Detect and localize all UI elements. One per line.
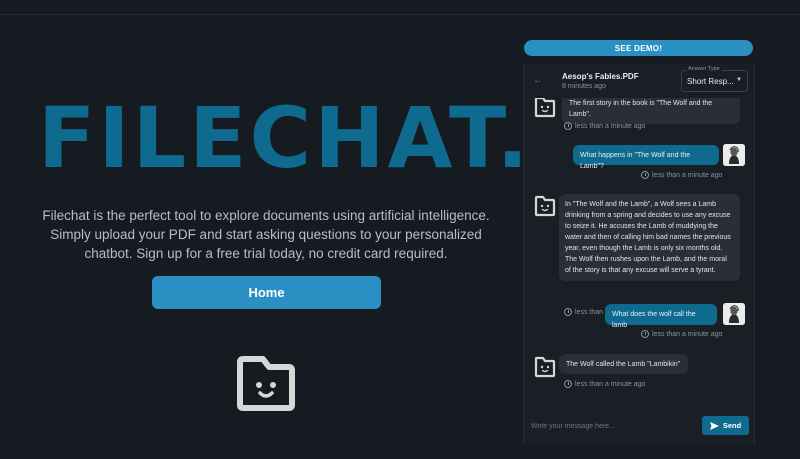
answer-type-label: Answer Type: [686, 66, 722, 72]
clock-icon: [564, 308, 572, 316]
document-time: 8 minutes ago: [562, 83, 606, 90]
send-button[interactable]: Send: [702, 416, 749, 435]
brand-title: FILECHAT.IO: [38, 89, 641, 187]
user-message: What happens in "The Wolf and the Lamb"?: [573, 145, 719, 170]
bot-avatar-icon: [534, 356, 556, 378]
bot-message: In "The Wolf and the Lamb", a Wolf sees …: [559, 194, 740, 281]
bot-message: The first story in the book is "The Wolf…: [562, 98, 740, 124]
message-timestamp: less than a minute ago: [641, 330, 722, 338]
message-list[interactable]: The first story in the book is "The Wolf…: [524, 98, 756, 410]
user-message: What does the wolf call the lamb: [605, 304, 717, 329]
clock-icon: [641, 330, 649, 338]
clock-icon: [641, 171, 649, 179]
bot-message: The Wolf called the Lamb "Lambikin": [559, 354, 688, 374]
see-demo-button[interactable]: SEE DEMO!: [524, 40, 753, 56]
chat-header: ← Aesop's Fables.PDF 8 minutes ago Answe…: [524, 64, 756, 98]
home-button[interactable]: Home: [152, 276, 381, 309]
answer-type-select[interactable]: Answer Type Short Resp... ▼: [681, 66, 748, 92]
portrait-icon: [723, 144, 745, 166]
send-icon: [709, 421, 719, 430]
portrait-icon: [723, 303, 745, 325]
bot-avatar-icon: [534, 195, 556, 217]
document-name: Aesop's Fables.PDF: [562, 72, 639, 81]
back-arrow-icon[interactable]: ←: [533, 75, 543, 86]
header-divider: [0, 14, 800, 15]
clock-icon: [564, 380, 572, 388]
message-input[interactable]: [531, 419, 701, 433]
chevron-down-icon: ▼: [736, 77, 742, 83]
clock-icon: [564, 122, 572, 130]
message-timestamp: less than a minute ago: [641, 171, 722, 179]
message-timestamp: less than a minute ago: [564, 122, 645, 130]
user-avatar: [723, 144, 745, 166]
bot-avatar-icon: [534, 98, 556, 118]
folder-face-icon: [237, 356, 295, 411]
message-composer: Send: [523, 412, 755, 440]
user-avatar: [723, 303, 745, 325]
send-label: Send: [722, 421, 742, 430]
answer-type-value: Short Resp...: [687, 77, 734, 86]
message-timestamp: less than a minute ago: [564, 380, 645, 388]
chat-demo-panel: ← Aesop's Fables.PDF 8 minutes ago Answe…: [523, 64, 755, 444]
hero-description: Filechat is the perfect tool to explore …: [42, 208, 490, 261]
